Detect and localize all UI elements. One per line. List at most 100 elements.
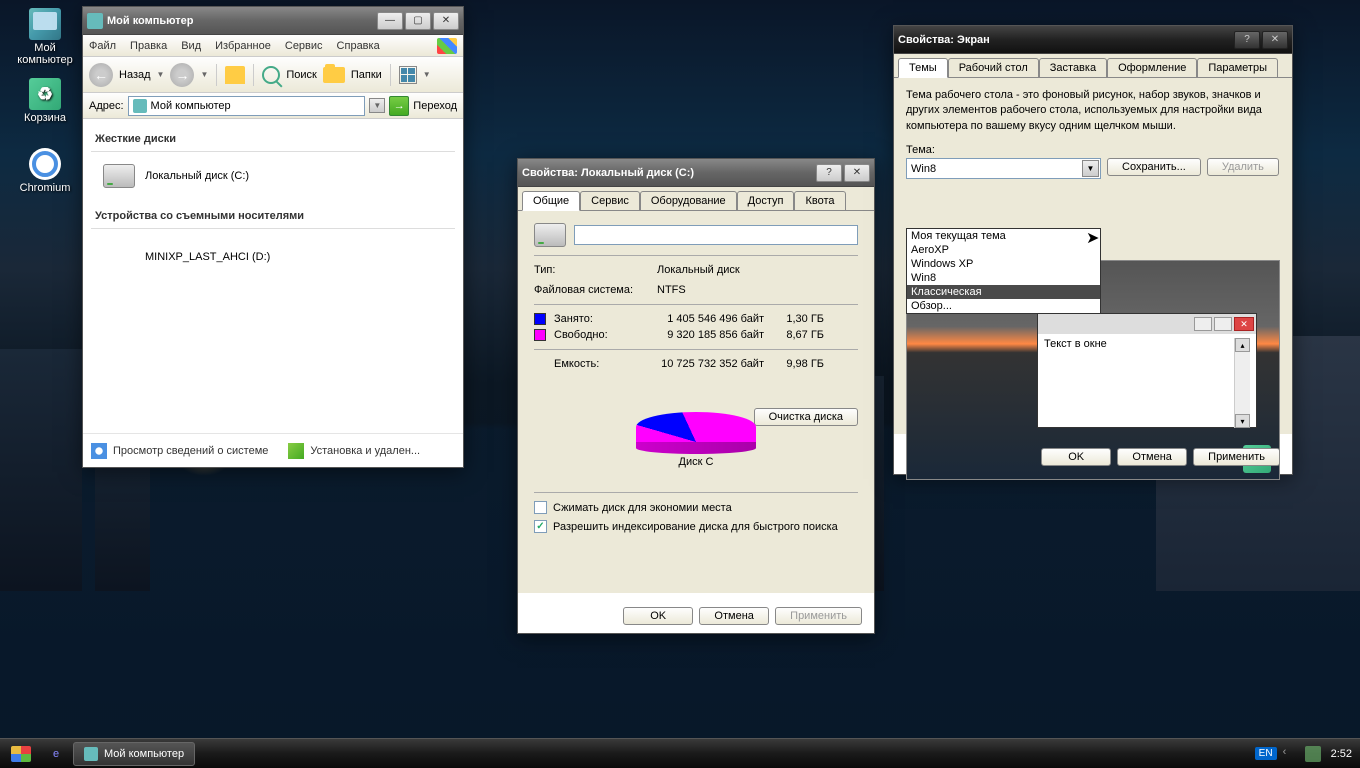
cancel-button[interactable]: Отмена: [1117, 448, 1187, 466]
titlebar[interactable]: Свойства: Экран ? ✕: [894, 26, 1292, 54]
tab-quota[interactable]: Квота: [794, 191, 845, 210]
menu-file[interactable]: Файл: [89, 40, 116, 52]
tray-chevron-icon[interactable]: ‹: [1283, 746, 1299, 762]
compress-checkbox-row[interactable]: Сжимать диск для экономии места: [534, 501, 858, 514]
tab-appearance[interactable]: Оформление: [1107, 58, 1197, 77]
tab-hardware[interactable]: Оборудование: [640, 191, 737, 210]
search-icon[interactable]: [262, 66, 280, 84]
start-button[interactable]: [0, 740, 42, 768]
tab-service[interactable]: Сервис: [580, 191, 640, 210]
computer-icon: [87, 13, 103, 29]
save-theme-button[interactable]: Сохранить...: [1107, 158, 1201, 176]
free-bytes: 9 320 185 856 байт: [634, 329, 764, 341]
task-system-info[interactable]: Просмотр сведений о системе: [91, 443, 268, 459]
titlebar[interactable]: Свойства: Локальный диск (C:) ? ✕: [518, 159, 874, 187]
language-indicator[interactable]: EN: [1255, 747, 1277, 760]
used-space-row: Занято: 1 405 546 496 байт 1,30 ГБ: [534, 313, 858, 325]
checkbox-icon[interactable]: [534, 501, 547, 514]
folders-label[interactable]: Папки: [351, 69, 382, 81]
selected-theme: Win8: [911, 163, 936, 175]
index-checkbox-row[interactable]: ✓ Разрешить индексирование диска для быс…: [534, 520, 858, 533]
drive-label: Локальный диск (C:): [145, 170, 249, 182]
type-value: Локальный диск: [657, 264, 740, 276]
drive-c[interactable]: Локальный диск (C:): [91, 160, 455, 192]
window-display-properties: Свойства: Экран ? ✕ Темы Рабочий стол За…: [893, 25, 1293, 475]
theme-description: Тема рабочего стола - это фоновый рисуно…: [906, 88, 1280, 134]
menu-view[interactable]: Вид: [181, 40, 201, 52]
theme-option[interactable]: Обзор...: [907, 299, 1100, 313]
free-space-row: Свободно: 9 320 185 856 байт 8,67 ГБ: [534, 329, 858, 341]
toolbar: Назад ▼ ▼ Поиск Папки ▼: [83, 57, 463, 93]
tabstrip: Темы Рабочий стол Заставка Оформление Па…: [894, 54, 1292, 78]
theme-option[interactable]: Windows XP: [907, 257, 1100, 271]
address-value: Мой компьютер: [151, 100, 231, 112]
tab-access[interactable]: Доступ: [737, 191, 795, 210]
folders-icon[interactable]: [323, 67, 345, 83]
forward-dropdown-icon[interactable]: ▼: [200, 70, 208, 79]
clock[interactable]: 2:52: [1331, 748, 1352, 760]
apply-button[interactable]: Применить: [775, 607, 862, 625]
theme-select[interactable]: Win8 ▼: [906, 158, 1101, 179]
help-button[interactable]: ?: [1234, 31, 1260, 49]
apply-button[interactable]: Применить: [1193, 448, 1280, 466]
menu-help[interactable]: Справка: [337, 40, 380, 52]
address-input[interactable]: Мой компьютер: [128, 96, 366, 116]
back-dropdown-icon[interactable]: ▼: [157, 70, 165, 79]
menu-favorites[interactable]: Избранное: [215, 40, 271, 52]
view-mode-icon[interactable]: [399, 66, 417, 84]
close-button[interactable]: ✕: [1262, 31, 1288, 49]
scroll-down-icon: ▾: [1235, 414, 1250, 428]
tab-general[interactable]: Общие: [522, 191, 580, 211]
checkbox-icon[interactable]: ✓: [534, 520, 547, 533]
tab-desktop[interactable]: Рабочий стол: [948, 58, 1039, 77]
drive-d[interactable]: MINIXP_LAST_AHCI (D:): [91, 237, 455, 277]
up-folder-icon[interactable]: [225, 66, 245, 84]
desktop-icon-chromium[interactable]: Chromium: [10, 148, 80, 194]
disk-cleanup-button[interactable]: Очистка диска: [754, 408, 858, 426]
close-button[interactable]: ✕: [433, 12, 459, 30]
tray-remove-hardware-icon[interactable]: [1305, 746, 1321, 762]
ok-button[interactable]: OK: [623, 607, 693, 625]
theme-option[interactable]: Win8: [907, 271, 1100, 285]
help-button[interactable]: ?: [816, 164, 842, 182]
drive-label: MINIXP_LAST_AHCI (D:): [145, 251, 270, 263]
go-label[interactable]: Переход: [413, 100, 457, 112]
computer-icon: [84, 747, 98, 761]
tab-settings[interactable]: Параметры: [1197, 58, 1278, 77]
maximize-button[interactable]: ▢: [405, 12, 431, 30]
theme-option[interactable]: Классическая: [907, 285, 1100, 299]
cd-drive-icon: [103, 241, 135, 273]
windows-logo-icon: [437, 38, 457, 54]
taskbar-item-my-computer[interactable]: Мой компьютер: [73, 742, 195, 766]
hard-drive-icon: [534, 223, 566, 247]
drive-name-input[interactable]: [574, 225, 858, 245]
theme-option[interactable]: AeroXP: [907, 243, 1100, 257]
forward-button[interactable]: [170, 63, 194, 87]
search-label[interactable]: Поиск: [286, 69, 316, 81]
desktop-icon-my-computer[interactable]: Мой компьютер: [10, 8, 80, 66]
desktop-icon-recycle-bin[interactable]: Корзина: [10, 78, 80, 124]
theme-option[interactable]: Моя текущая тема: [907, 229, 1100, 243]
menu-edit[interactable]: Правка: [130, 40, 167, 52]
quicklaunch-ie-icon[interactable]: e: [45, 743, 67, 765]
minimize-button[interactable]: —: [377, 12, 403, 30]
delete-theme-button[interactable]: Удалить: [1207, 158, 1279, 176]
task-label: Просмотр сведений о системе: [113, 445, 268, 457]
task-add-remove[interactable]: Установка и удален...: [288, 443, 420, 459]
index-label: Разрешить индексирование диска для быстр…: [553, 521, 838, 533]
close-button[interactable]: ✕: [844, 164, 870, 182]
address-dropdown-icon[interactable]: ▼: [369, 98, 385, 113]
info-icon: [91, 443, 107, 459]
cancel-button[interactable]: Отмена: [699, 607, 769, 625]
chevron-down-icon: ▼: [1082, 160, 1099, 177]
back-button[interactable]: [89, 63, 113, 87]
go-button[interactable]: [389, 96, 409, 116]
menu-service[interactable]: Сервис: [285, 40, 323, 52]
computer-icon: [29, 8, 61, 40]
tab-screensaver[interactable]: Заставка: [1039, 58, 1107, 77]
titlebar[interactable]: Мой компьютер — ▢ ✕: [83, 7, 463, 35]
view-dropdown-icon[interactable]: ▼: [423, 70, 431, 79]
tab-themes[interactable]: Темы: [898, 58, 948, 78]
menubar: Файл Правка Вид Избранное Сервис Справка: [83, 35, 463, 57]
ok-button[interactable]: OK: [1041, 448, 1111, 466]
